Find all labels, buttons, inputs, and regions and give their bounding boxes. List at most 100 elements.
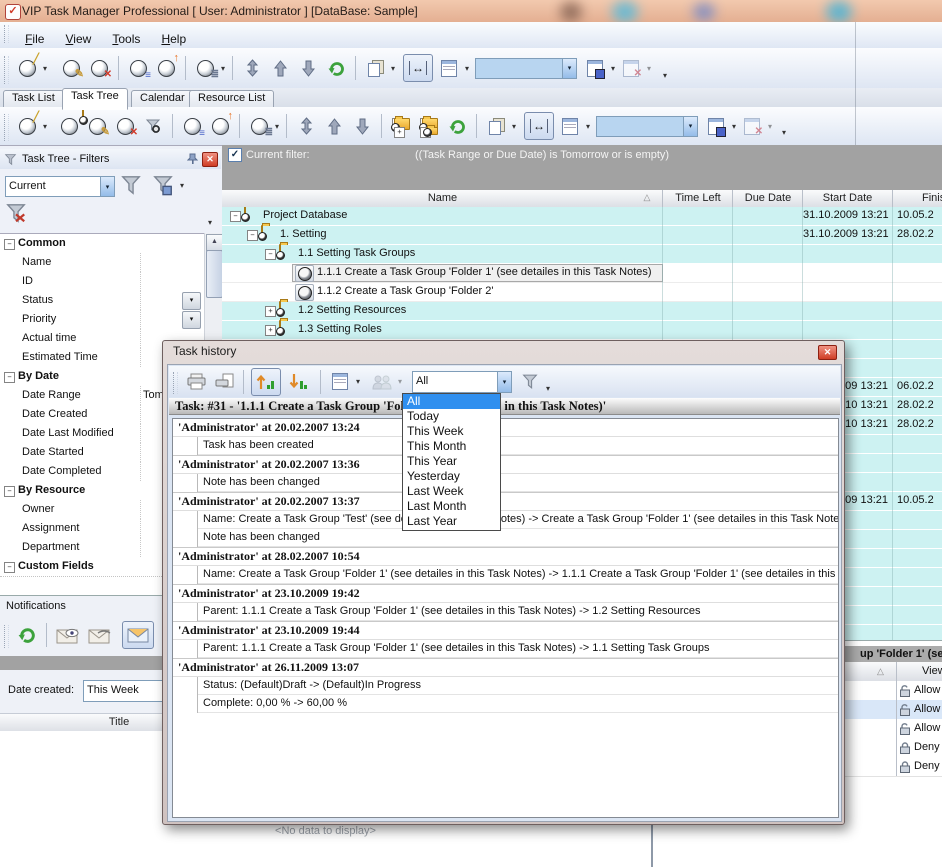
apply-filter-button[interactable]	[120, 174, 142, 199]
task-notes-button[interactable]: ≡	[126, 55, 150, 81]
close-panel-button[interactable]: ✕	[202, 152, 218, 167]
print-preview-button[interactable]	[212, 369, 236, 395]
refresh-notifications-button[interactable]	[15, 622, 39, 648]
duplicate-button[interactable]	[484, 113, 508, 139]
task-row-setting-task-groups[interactable]: − 1.1 Setting Task Groups	[222, 245, 942, 264]
dropdown-option-this-month[interactable]: This Month	[403, 439, 500, 454]
scroll-thumb[interactable]	[206, 250, 223, 298]
save-view-dropdown-icon[interactable]	[730, 122, 738, 131]
edit-task-button[interactable]: ✎	[85, 113, 109, 139]
task-priority-button[interactable]: ↑	[208, 113, 232, 139]
delete-view-button[interactable]: ✕	[619, 55, 643, 81]
dialog-close-button[interactable]: ✕	[818, 345, 837, 360]
priority-dropdown-button[interactable]	[182, 311, 201, 329]
history-range-dropdown-icon[interactable]	[497, 372, 511, 392]
dropdown-option-last-month[interactable]: Last Month	[403, 499, 500, 514]
move-down-button[interactable]	[350, 113, 374, 139]
task-priority-button[interactable]: ↑	[154, 55, 178, 81]
sort-ascending-button[interactable]	[251, 368, 281, 396]
task-notes-button[interactable]: ≡	[180, 113, 204, 139]
filter-preset-dropdown-icon[interactable]	[100, 177, 114, 196]
gantt-button[interactable]: ≣	[247, 113, 271, 139]
history-columns-dropdown-icon[interactable]	[354, 377, 362, 386]
task-row-setting-resources[interactable]: + 1.2 Setting Resources	[222, 302, 942, 321]
column-start-date[interactable]: Start Date	[803, 192, 892, 204]
task-row-create-folder1[interactable]: 1.1.1 Create a Task Group 'Folder 1' (se…	[222, 264, 942, 283]
columns-button[interactable]	[437, 55, 461, 81]
view-preset-combobox[interactable]	[596, 116, 698, 137]
dropdown-option-today[interactable]: Today	[403, 409, 500, 424]
expander-icon[interactable]: −	[247, 230, 258, 241]
dropdown-option-last-year[interactable]: Last Year	[403, 514, 500, 529]
edit-task-button[interactable]: ✎	[59, 55, 83, 81]
duplicate-dropdown-icon[interactable]	[389, 64, 397, 73]
filters-toolbar-overflow-icon[interactable]	[206, 218, 214, 227]
dropdown-option-this-year[interactable]: This Year	[403, 454, 500, 469]
expander-icon[interactable]: −	[265, 249, 276, 260]
print-button[interactable]	[184, 369, 208, 395]
delete-view-button[interactable]: ✕	[740, 113, 764, 139]
columns-dropdown-icon[interactable]	[584, 122, 592, 131]
show-envelope-button[interactable]	[122, 621, 154, 649]
new-task-dropdown-icon[interactable]	[41, 64, 49, 73]
filter-section-common[interactable]: −Common	[0, 234, 204, 254]
duplicate-button[interactable]	[363, 55, 387, 81]
columns-button[interactable]	[558, 113, 582, 139]
column-name[interactable]: Name	[222, 192, 663, 204]
delete-task-button[interactable]: ✕	[113, 113, 137, 139]
delete-task-button[interactable]: ✕	[87, 55, 111, 81]
expander-icon[interactable]: +	[265, 306, 276, 317]
column-finish-date[interactable]: Finish Date	[922, 192, 942, 204]
view-preset-dropdown-icon[interactable]	[683, 117, 697, 136]
save-view-button[interactable]	[704, 113, 728, 139]
task-row-setting[interactable]: − 1. Setting 31.10.2009 13:21 28.02.2	[222, 226, 942, 245]
new-task-button[interactable]: ╱	[15, 55, 39, 81]
column-divider[interactable]	[662, 190, 663, 207]
column-view[interactable]: View	[922, 665, 942, 677]
column-time-left[interactable]: Time Left	[663, 192, 733, 204]
column-divider[interactable]	[732, 190, 733, 207]
move-up-button[interactable]	[322, 113, 346, 139]
column-due-date[interactable]: Due Date	[733, 192, 803, 204]
new-task-button[interactable]: ╱	[15, 113, 39, 139]
delete-view-dropdown-icon[interactable]	[766, 122, 774, 131]
autofit-columns-button[interactable]: ↔	[403, 54, 433, 82]
dropdown-option-last-week[interactable]: Last Week	[403, 484, 500, 499]
mark-read-button[interactable]	[54, 622, 82, 648]
new-task-group-button[interactable]	[57, 113, 81, 139]
mark-unread-button[interactable]	[86, 622, 114, 648]
pin-icon[interactable]	[187, 153, 199, 165]
delete-view-dropdown-icon[interactable]	[645, 64, 653, 73]
refresh-button[interactable]	[445, 113, 469, 139]
dropdown-option-yesterday[interactable]: Yesterday	[403, 469, 500, 484]
move-down-button[interactable]	[296, 55, 320, 81]
dropdown-option-all[interactable]: All	[403, 394, 500, 409]
scroll-up-icon[interactable]: ▲	[206, 234, 223, 251]
history-list[interactable]: 'Administrator' at 20.02.2007 13:24 Task…	[172, 418, 839, 818]
gantt-dropdown-icon[interactable]	[273, 122, 281, 131]
history-columns-button[interactable]	[328, 369, 352, 395]
history-range-combobox[interactable]: All	[412, 371, 512, 393]
filter-row-status[interactable]: Status	[0, 291, 204, 311]
move-updown-button[interactable]	[240, 55, 264, 81]
view-preset-dropdown-icon[interactable]	[562, 59, 576, 78]
column-divider[interactable]	[802, 190, 803, 207]
autofit-columns-button[interactable]: ↔	[524, 112, 554, 140]
view-preset-combobox[interactable]	[475, 58, 577, 79]
current-filter-checkbox[interactable]	[228, 148, 242, 162]
expander-icon[interactable]: +	[265, 325, 276, 336]
column-divider[interactable]	[896, 662, 897, 681]
move-up-button[interactable]	[268, 55, 292, 81]
collapse-all-button[interactable]: −+	[389, 113, 413, 139]
filter-row-id[interactable]: ID	[0, 272, 204, 292]
expander-icon[interactable]: −	[230, 211, 241, 222]
save-view-dropdown-icon[interactable]	[609, 64, 617, 73]
status-dropdown-button[interactable]	[182, 292, 201, 310]
save-filter-dropdown-icon[interactable]	[178, 181, 186, 190]
history-toolbar-overflow-icon[interactable]	[544, 384, 552, 393]
task-row-setting-roles[interactable]: + 1.3 Setting Roles	[222, 321, 942, 340]
resources-dropdown-icon[interactable]	[396, 377, 404, 386]
toolbar-overflow-icon[interactable]	[780, 128, 788, 137]
gantt-button[interactable]: ≣	[193, 55, 217, 81]
save-view-button[interactable]	[583, 55, 607, 81]
